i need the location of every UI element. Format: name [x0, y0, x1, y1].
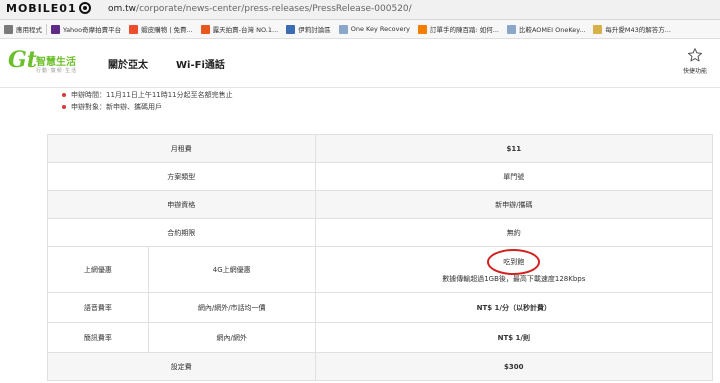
eye-icon [78, 2, 91, 14]
gt-logo-mark: Gt [8, 47, 37, 73]
gt-logo-name: 智慧生活 [36, 57, 76, 68]
voice-label: 語音費率 [47, 292, 149, 323]
star-icon [687, 48, 703, 62]
sms-sub-label: 網內/網外 [147, 322, 316, 353]
nav-about[interactable]: 關於亞太 [108, 56, 148, 71]
voice-sub-label: 網內/網外/市話均一價 [147, 292, 316, 323]
browser-address-bar: MOBILE01 om.tw/corporate/news-center/pre… [0, 0, 720, 20]
unlimited-highlight: 吃到飽 [487, 249, 541, 275]
sms-value: NT$ 1/則 [314, 322, 714, 353]
bookmark-label: 露天拍賣-台灣 NO.1... [212, 26, 279, 34]
bookmark-label: Yahoo奇摩拍賣平台 [63, 26, 122, 34]
plan-type-value: 單門號 [314, 162, 714, 191]
table-row: 設定費 $300 [47, 352, 714, 381]
internet-value: 吃到飽 數據傳輸超過1GB後，最高下載速度128Kbps [314, 246, 714, 293]
plan-table: 月租費 $11 方案類型 單門號 申辦資格 新申辦/攜碼 合約期限 無約 上網優… [47, 134, 714, 381]
bookmark-label: 比較AOMEI OneKey... [518, 26, 586, 34]
bookmark-label: One Key Recovery [350, 25, 410, 33]
bookmark-item[interactable]: 伊莉討論區 [282, 20, 335, 39]
bookmark-label: 應用程式 [16, 26, 42, 34]
eligibility-value: 新申辦/攜碼 [314, 190, 714, 219]
bookmark-item[interactable]: 比較AOMEI OneKey... [503, 20, 589, 39]
bookmark-label: 訂單手的陳百踏: 如何... [430, 26, 499, 34]
bookmark-label: 伊莉討論區 [298, 26, 331, 34]
voice-value: NT$ 1/分（以秒計費） [314, 292, 714, 323]
internet-label: 上網優惠 [47, 246, 149, 293]
bookmark-item[interactable]: Yahoo奇摩拍賣平台 [47, 20, 125, 39]
eyny-icon [286, 24, 296, 34]
table-row: 合約期限 無約 [47, 218, 714, 247]
main-nav: 關於亞太 Wi-Fi通話 [108, 56, 225, 71]
table-row: 簡訊費率 網內/網外 NT$ 1/則 [47, 322, 714, 353]
contract-label: 合約期限 [47, 218, 316, 247]
blogger-icon [418, 24, 427, 34]
internet-sub-label: 4G上網優惠 [147, 246, 316, 293]
url-field[interactable]: om.tw/corporate/news-center/press-releas… [108, 4, 412, 14]
plan-type-label: 方案類型 [47, 162, 316, 191]
monthly-fee-value: $11 [314, 134, 714, 163]
ruten-icon [200, 24, 210, 34]
eligibility-label: 申辦資格 [47, 190, 316, 219]
internet-value-note: 數據傳輸超過1GB後，最高下載速度128Kbps [442, 275, 586, 283]
bookmark-item[interactable]: 應用程式 [0, 20, 46, 39]
list-item: 申辦對象：新申辦、攜碼用戶 [62, 101, 233, 113]
site-header: Gt 智慧生活 行動‧寬頻‧生活 關於亞太 Wi-Fi通話 快捷功能 [0, 39, 720, 88]
bookmarks-bar: 應用程式 Yahoo奇摩拍賣平台 蝦皮購物 | 免費... 露天拍賣-台灣 NO.1.… [0, 20, 720, 39]
setup-fee-value: $300 [314, 352, 714, 381]
setup-fee-label: 設定費 [47, 352, 316, 381]
bookmark-item[interactable]: 露天拍賣-台灣 NO.1... [197, 20, 283, 39]
table-row: 上網優惠 4G上網優惠 吃到飽 數據傳輸超過1GB後，最高下載速度128Kbps [47, 246, 714, 293]
bookmark-label: 蝦皮購物 | 免費... [141, 26, 193, 34]
bookmark-label: 每升愛M43的解答方... [605, 26, 671, 34]
nav-wifi-calling[interactable]: Wi-Fi通話 [176, 56, 225, 71]
doc-icon [506, 24, 516, 34]
site-logo[interactable]: Gt 智慧生活 行動‧寬頻‧生活 [8, 49, 88, 79]
bookmark-item[interactable]: 蝦皮購物 | 免費... [125, 20, 197, 39]
table-row: 月租費 $11 [47, 134, 714, 163]
folder-icon [593, 24, 603, 34]
table-row: 申辦資格 新申辦/攜碼 [47, 190, 714, 219]
bookmark-item[interactable]: One Key Recovery [335, 20, 414, 39]
sms-label: 簡訊費率 [47, 322, 149, 353]
quick-functions-button[interactable]: 快捷功能 [678, 47, 712, 75]
apps-icon [4, 24, 13, 34]
quick-functions-label: 快捷功能 [682, 68, 707, 75]
contract-value: 無約 [314, 218, 714, 247]
shopee-icon [129, 24, 139, 34]
table-row: 語音費率 網內/網外/市話均一價 NT$ 1/分（以秒計費） [47, 292, 714, 323]
doc-icon [338, 24, 348, 34]
table-row: 方案類型 單門號 [47, 162, 714, 191]
press-release-content: 申辦時間：11月11日上午11時11分起至名額完售止 申辦對象：新申辦、攜碼用戶… [0, 89, 720, 383]
mobile01-watermark: MOBILE01 [6, 2, 91, 18]
monthly-fee-label: 月租費 [47, 134, 316, 163]
list-item: 申辦時間：11月11日上午11時11分起至名額完售止 [62, 89, 233, 101]
yahoo-icon [51, 24, 60, 34]
bullet-list: 申辦時間：11月11日上午11時11分起至名額完售止 申辦對象：新申辦、攜碼用戶 [62, 89, 233, 113]
bookmark-item[interactable]: 每升愛M43的解答方... [589, 20, 675, 39]
gt-logo-tagline: 行動‧寬頻‧生活 [36, 68, 78, 74]
bookmark-item[interactable]: 訂單手的陳百踏: 如何... [414, 20, 503, 39]
